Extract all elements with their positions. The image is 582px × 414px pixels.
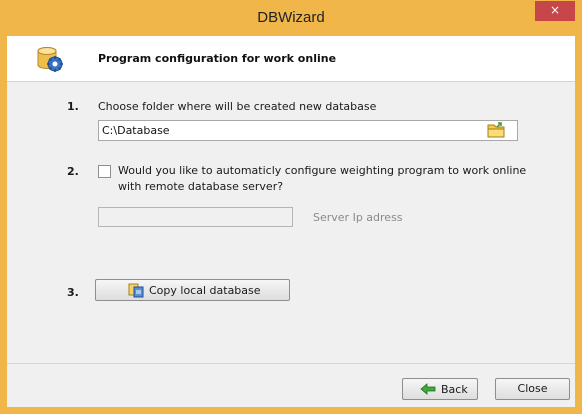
step2-label-line1: Would you like to automaticly configure …	[118, 164, 527, 177]
step2-label-line2: with remote database server?	[118, 180, 284, 193]
header-title: Program configuration for work online	[98, 52, 337, 65]
back-arrow-icon	[420, 383, 436, 395]
client-area: Program configuration for work online 1.…	[7, 36, 575, 407]
server-ip-label: Server Ip adress	[313, 211, 403, 224]
folder-path-input[interactable]: C:\Database	[98, 120, 518, 141]
step3-number: 3.	[67, 286, 79, 299]
step2-number: 2.	[67, 165, 79, 178]
window-title: DBWizard	[257, 9, 325, 26]
title-bar[interactable]: DBWizard ×	[0, 0, 582, 36]
server-ip-input[interactable]	[98, 207, 293, 227]
close-button[interactable]: Close	[495, 378, 570, 400]
copy-local-database-button[interactable]: Copy local database	[95, 279, 290, 301]
auto-configure-checkbox[interactable]	[98, 165, 111, 178]
step1-label: Choose folder where will be created new …	[98, 100, 377, 113]
browse-folder-icon[interactable]	[487, 122, 505, 138]
copy-database-icon	[128, 283, 144, 298]
back-button[interactable]: Back	[402, 378, 478, 400]
wizard-footer: Back Close	[7, 363, 575, 407]
dbwizard-window: DBWizard × Program configuration for wor…	[0, 0, 582, 414]
back-label: Back	[441, 383, 468, 396]
wizard-header: Program configuration for work online	[7, 36, 575, 82]
copy-local-database-label: Copy local database	[149, 284, 261, 297]
window-close-button[interactable]: ×	[535, 1, 575, 21]
step1-number: 1.	[67, 100, 79, 113]
database-gear-icon	[37, 47, 63, 72]
